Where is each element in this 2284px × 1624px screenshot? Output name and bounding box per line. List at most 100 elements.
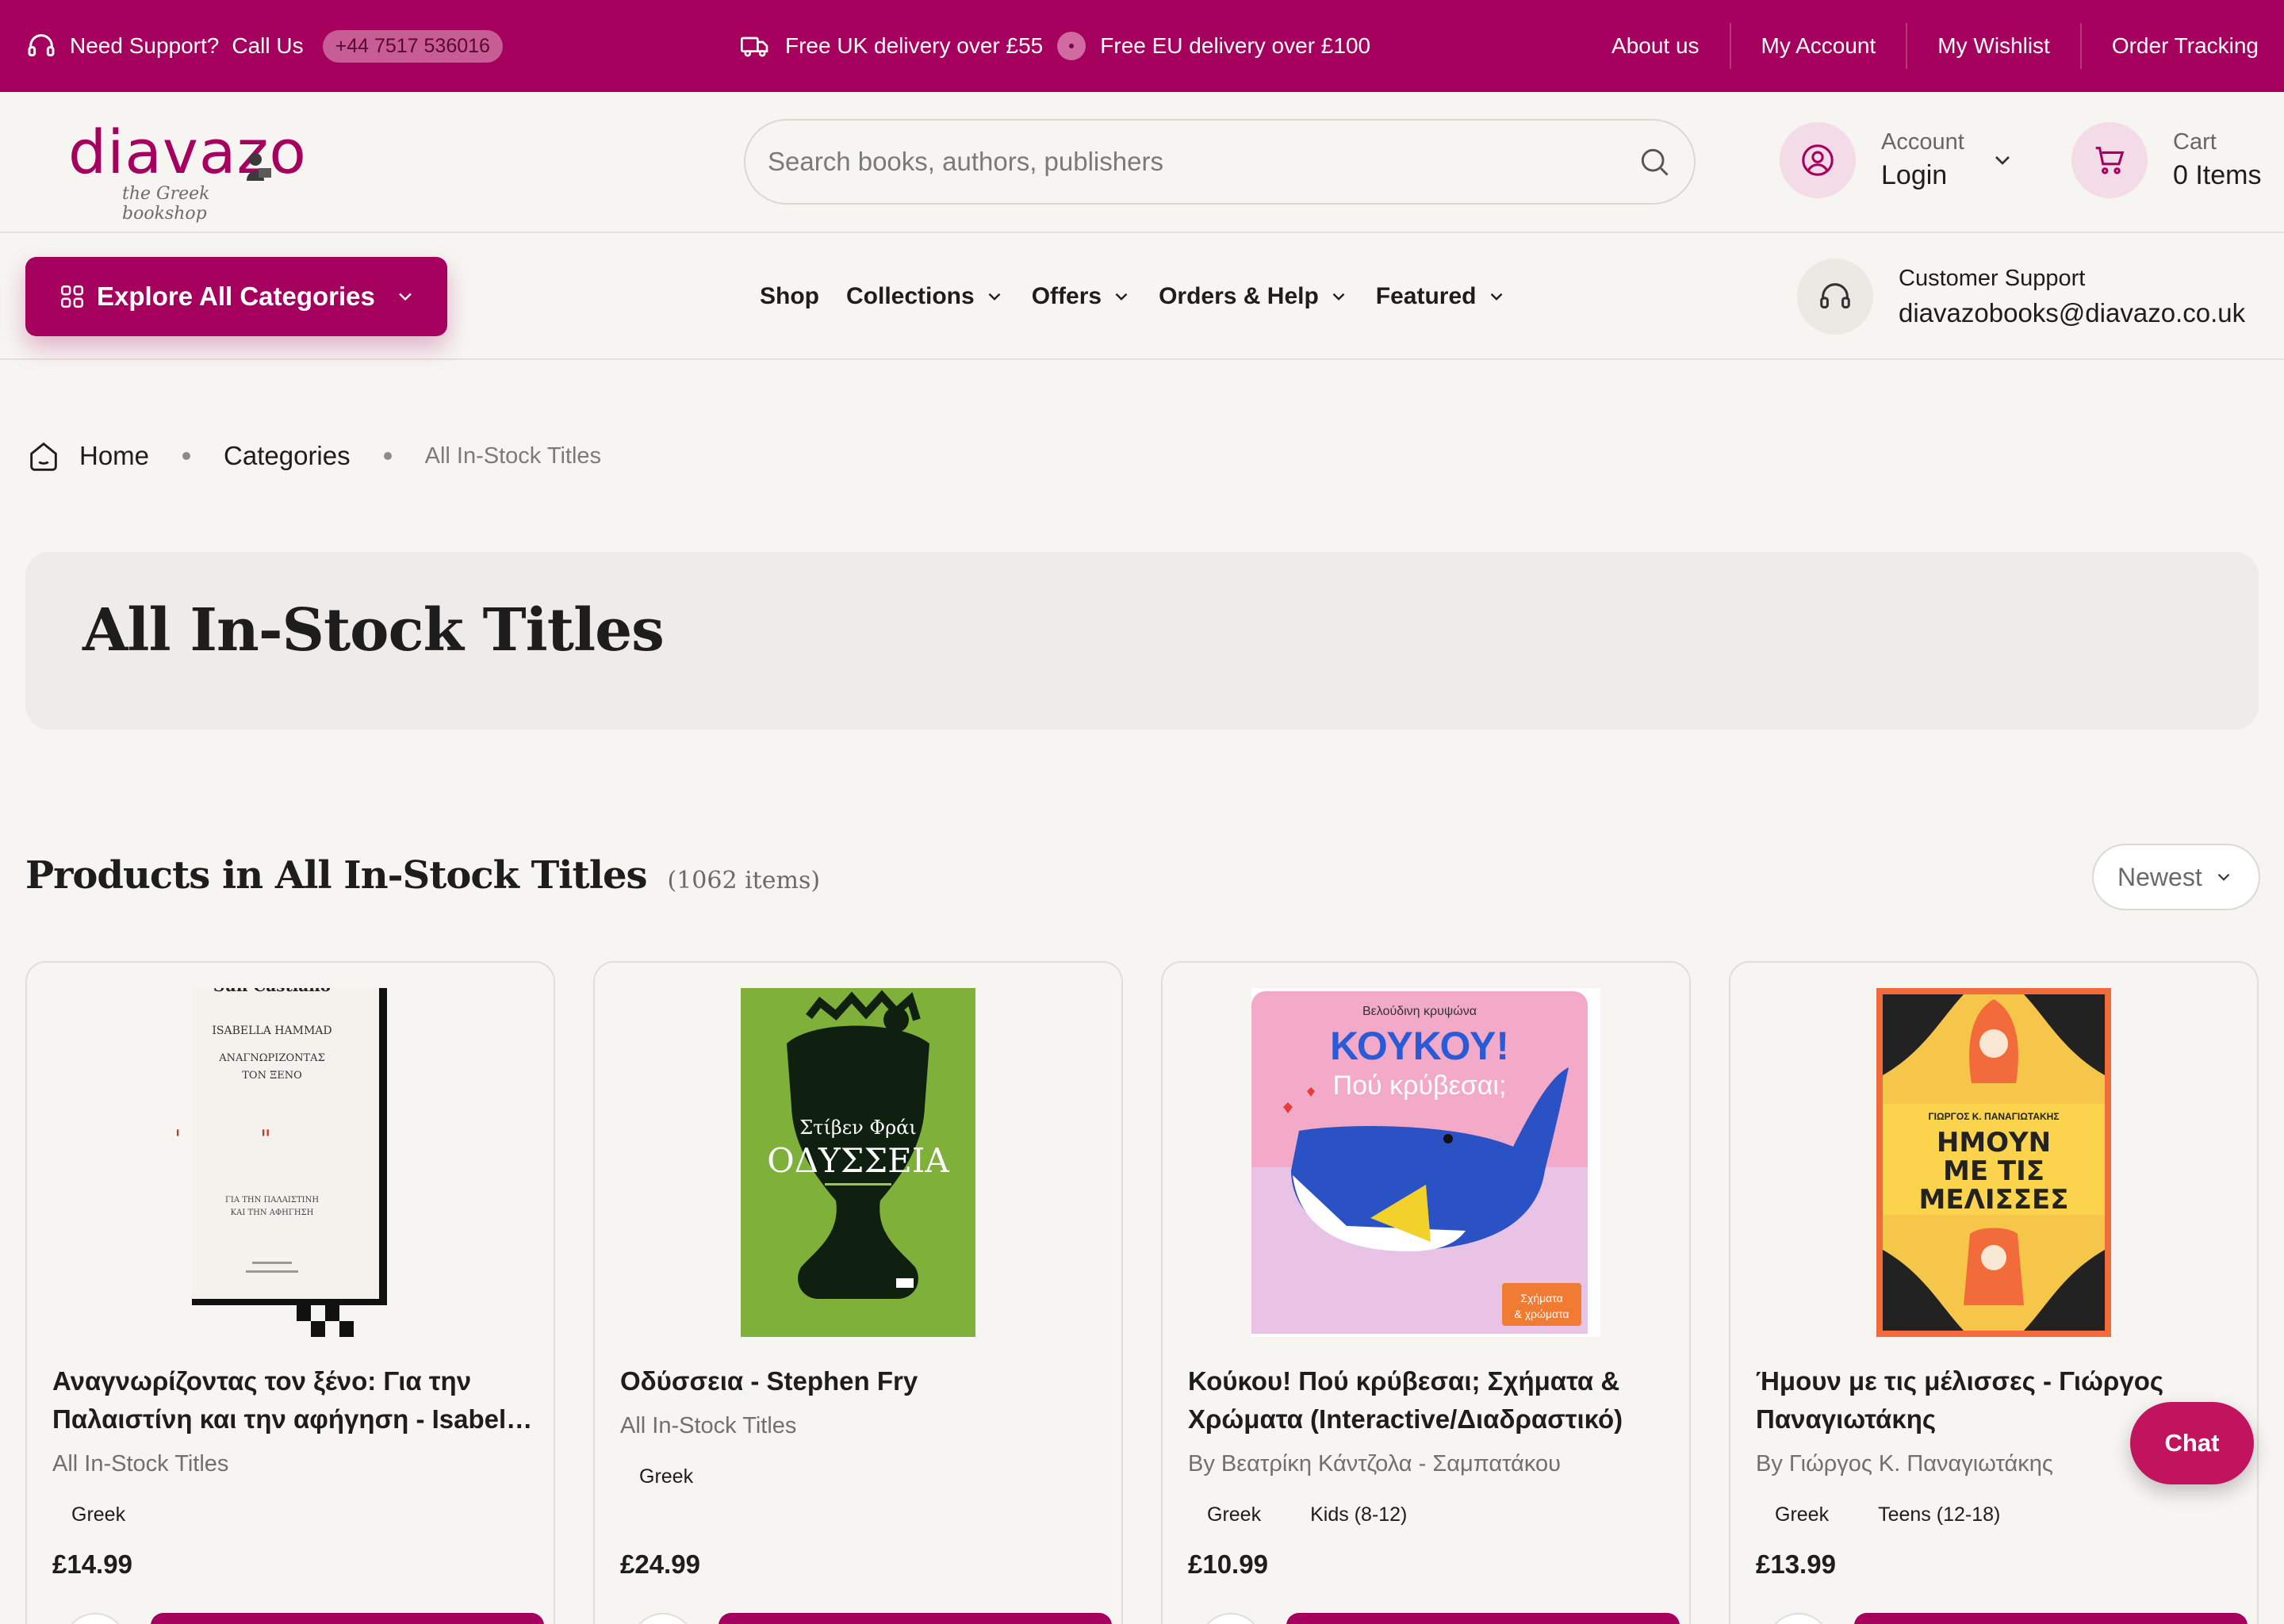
breadcrumb-home[interactable]: Home [79,441,149,471]
nav-item-featured[interactable]: Featured [1376,283,1507,310]
add-to-cart-button[interactable] [1286,1613,1680,1624]
product-byline: By Γιώργος Κ. Παναγιωτάκης [1756,1451,2053,1477]
cover-subtitle-line1: ΓΙΑ ΤΗΝ ΠΑΛΑΙΣΤΙΝΗ [225,1196,319,1205]
my-account-link[interactable]: My Account [1729,23,1907,69]
cover-top-text: Βελούδινη κρυψώνα [1362,1005,1477,1018]
cover-subtitle-line2: ΚΑΙ ΤΗΝ ΑΦΗΓΗΣΗ [231,1208,314,1217]
cover-title-line2: ΜΕ ΤΙΣ [1943,1155,2044,1187]
headset-icon [25,30,57,62]
cart-count: 0 Items [2173,160,2262,190]
add-to-cart-button[interactable] [1854,1613,2248,1624]
product-title-link[interactable]: Κούκου! Πού κρύβεσαι; Σχήματα & Χρώματα … [1188,1362,1672,1438]
product-cover-image[interactable]: Βελούδινη κρυψώνα ΚΟΥΚΟΥ! Πού κρύβεσαι; … [1251,988,1600,1337]
support-email-link[interactable]: diavazobooks@diavazo.co.uk [1899,298,2245,328]
product-tags: Greek [620,1461,712,1493]
customer-support: Customer Support diavazobooks@diavazo.co… [1797,259,2245,335]
top-announcement-bar: Need Support? Call Us +44 7517 536016 Fr… [0,0,2284,92]
product-price: £13.99 [1756,1549,1836,1579]
product-card[interactable]: Βελούδινη κρυψώνα ΚΟΥΚΟΥ! Πού κρύβεσαι; … [1161,961,1691,1624]
nav-item-label: Collections [846,283,975,309]
products-header: Products in All In-Stock Titles (1062 it… [25,853,820,898]
sort-value: Newest [2117,862,2202,891]
product-cover-image[interactable]: Sun Castiano ISABELLA HAMMAD ΑΝΑΓΝΩΡΙΖΟΝ… [173,988,408,1337]
tag-language[interactable]: Greek [620,1461,712,1493]
search-bar [744,119,1696,205]
login-label: Login [1881,160,1948,190]
product-price: £10.99 [1188,1549,1268,1579]
top-links: About us My Account My Wishlist Order Tr… [1581,0,2259,92]
tag-age[interactable]: Teens (12-18) [1859,1499,2019,1531]
explore-label: Explore All Categories [97,282,375,311]
cover-title-line1: ΗΜΟΥΝ [1937,1127,2051,1159]
cover-author: ISABELLA HAMMAD [212,1025,331,1037]
cover-header: Sun Castiano [213,988,331,995]
home-icon[interactable] [25,438,62,474]
tag-language[interactable]: Greek [1188,1499,1280,1531]
account-menu[interactable]: Account Login [1780,122,2015,198]
product-price: £14.99 [52,1549,132,1579]
search-input[interactable] [768,147,1637,177]
product-card[interactable]: Στίβεν Φράι ΟΔΥΣΣΕΙΑ Οδύσσεια - Stephen … [593,961,1123,1624]
product-tags: Greek [52,1499,144,1531]
cover-badge-line2: & χρώματα [1514,1308,1569,1320]
nav-item-label: Orders & Help [1159,283,1319,309]
add-to-cart-button[interactable] [151,1613,544,1624]
nav-item-orders-help[interactable]: Orders & Help [1159,283,1349,310]
breadcrumb-categories[interactable]: Categories [224,441,351,471]
wishlist-button[interactable] [631,1613,695,1624]
explore-categories-button[interactable]: Explore All Categories [25,257,447,336]
support-label: Customer Support [1899,265,2086,291]
add-to-cart-button[interactable] [719,1613,1112,1624]
order-tracking-link[interactable]: Order Tracking [2079,23,2259,69]
category-hero: All In-Stock Titles [25,552,2259,730]
nav-menu: Shop Collections Offers Orders & Help Fe… [760,233,1507,360]
chevron-down-icon [1332,293,1345,301]
search-icon[interactable] [1637,144,1672,179]
chevron-down-icon [1115,293,1128,301]
products-title: Products in All In-Stock Titles [25,853,647,898]
product-title-link[interactable]: Οδύσσεια - Stephen Fry [620,1362,1104,1400]
account-label: Account [1881,129,1964,155]
nav-item-label: Offers [1031,283,1102,309]
cart-button[interactable]: Cart 0 Items [2071,122,2261,198]
user-icon [1780,122,1856,198]
product-card[interactable]: Sun Castiano ISABELLA HAMMAD ΑΝΑΓΝΩΡΙΖΟΝ… [25,961,555,1624]
cover-title-line1: ΑΝΑΓΝΩΡΙΖΟΝΤΑΣ [218,1052,325,1064]
sort-dropdown[interactable]: Newest [2092,844,2260,910]
tag-language[interactable]: Greek [1756,1499,1848,1531]
quote-mark-icon: ' [174,1125,181,1153]
product-tags: Greek Teens (12-18) [1756,1499,2019,1531]
product-card[interactable]: ΓΙΩΡΓΟΣ Κ. ΠΑΝΑΓΙΩΤΑΚΗΣ ΗΜΟΥΝ ΜΕ ΤΙΣ ΜΕΛ… [1729,961,2259,1624]
phone-number-link[interactable]: +44 7517 536016 [322,29,503,63]
nav-item-label: Shop [760,283,819,309]
delivery-info: Free UK delivery over £55 Free EU delive… [739,30,1370,62]
cover-title: ΟΔΥΣΣΕΙΑ [767,1141,949,1180]
chat-button[interactable]: Chat [2130,1402,2254,1484]
about-us-link[interactable]: About us [1581,23,1730,69]
support-info: Need Support? Call Us +44 7517 536016 [25,29,503,63]
product-title-link[interactable]: Αναγνωρίζοντας τον ξένο: Για την Παλαιστ… [52,1362,536,1438]
headset-icon [1797,259,1873,335]
cover-badge-line1: Σχήματα [1520,1292,1562,1304]
breadcrumb-separator [182,452,191,460]
product-cover-image[interactable]: ΓΙΩΡΓΟΣ Κ. ΠΑΝΑΓΙΩΤΑΚΗΣ ΗΜΟΥΝ ΜΕ ΤΙΣ ΜΕΛ… [1876,988,2111,1337]
wishlist-button[interactable] [1767,1613,1830,1624]
nav-item-collections[interactable]: Collections [846,283,1005,310]
breadcrumb-separator [383,452,392,460]
wishlist-button[interactable] [1199,1613,1263,1624]
nav-item-shop[interactable]: Shop [760,283,819,310]
wishlist-button[interactable] [63,1613,127,1624]
main-navigation: Explore All Categories Shop Collections … [0,233,2284,360]
cart-icon [2071,122,2148,198]
site-logo[interactable]: diavazo the Greek bookshop [68,121,306,224]
nav-item-offers[interactable]: Offers [1032,283,1132,310]
chevron-down-icon [394,285,416,308]
cover-title-line3: ΜΕΛΙΣΣΕΣ [1919,1184,2069,1216]
product-cover-image[interactable]: Στίβεν Φράι ΟΔΥΣΣΕΙΑ [741,988,975,1337]
uk-delivery-text: Free UK delivery over £55 [785,33,1044,58]
eu-delivery-text: Free EU delivery over £100 [1100,33,1371,58]
tag-age[interactable]: Kids (8-12) [1291,1499,1426,1531]
my-wishlist-link[interactable]: My Wishlist [1906,23,2080,69]
product-byline: All In-Stock Titles [52,1451,229,1477]
tag-language[interactable]: Greek [52,1499,144,1531]
